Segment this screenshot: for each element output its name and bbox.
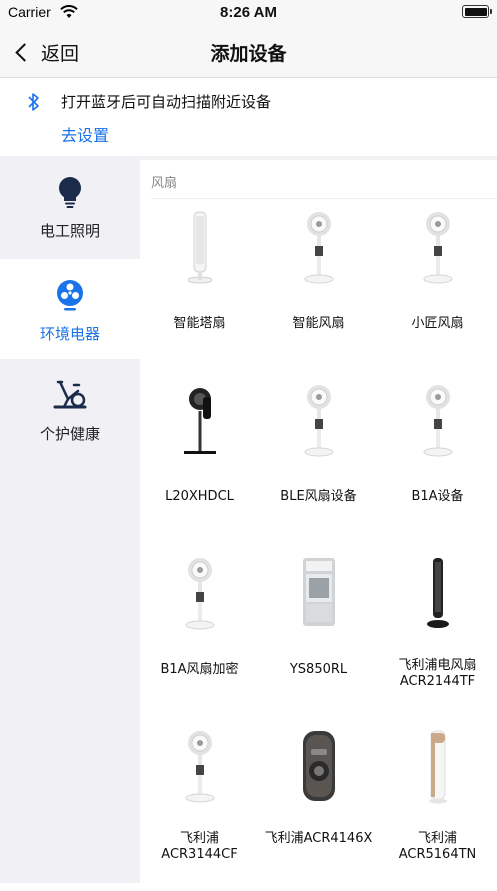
device-name: BLE风扇设备 bbox=[280, 489, 357, 504]
battery-icon bbox=[462, 5, 492, 18]
sidebar-item-lighting[interactable]: 电工照明 bbox=[0, 156, 140, 256]
device-card[interactable]: B1A设备 bbox=[378, 373, 497, 545]
bluetooth-message: 打开蓝牙后可自动扫描附近设备 bbox=[61, 93, 272, 111]
device-image bbox=[398, 383, 478, 463]
exercise-bike-icon bbox=[53, 380, 87, 409]
device-name: 飞利浦电风扇ACR2144TF bbox=[398, 658, 477, 689]
device-card[interactable]: 智能塔扇 bbox=[140, 200, 259, 372]
nav-bar: 返回 添加设备 bbox=[0, 26, 497, 78]
device-name: B1A风扇加密 bbox=[160, 662, 239, 677]
device-image bbox=[160, 729, 240, 809]
category-sidebar: 电工照明 环境电器 个护健康 bbox=[0, 156, 140, 883]
device-card[interactable]: BLE风扇设备 bbox=[259, 373, 378, 545]
sidebar-item-label: 环境电器 bbox=[39, 325, 100, 343]
device-name: B1A设备 bbox=[411, 489, 464, 504]
sidebar-item-label: 个护健康 bbox=[39, 425, 100, 443]
device-card[interactable]: B1A风扇加密 bbox=[140, 546, 259, 718]
device-name: YS850RL bbox=[289, 662, 348, 677]
device-image bbox=[160, 556, 240, 636]
device-card[interactable]: 飞利浦ACR3144CF bbox=[140, 719, 259, 891]
device-name: 飞利浦ACR4146X bbox=[264, 831, 373, 846]
bulb-icon bbox=[59, 177, 81, 208]
device-image bbox=[279, 210, 359, 290]
category-divider bbox=[151, 198, 497, 199]
device-list: 风扇 智能塔扇 智能风扇 小匠风扇 L20XHDCL BLE风扇设备 B1A设备 B1A风扇… bbox=[140, 160, 497, 883]
device-card[interactable]: 小匠风扇 bbox=[378, 200, 497, 372]
device-image bbox=[160, 383, 240, 463]
device-card[interactable]: 飞利浦ACR5164TN bbox=[378, 719, 497, 891]
back-button[interactable]: 返回 bbox=[12, 38, 79, 66]
sidebar-item-personal-care[interactable]: 个护健康 bbox=[0, 359, 140, 459]
sidebar-item-environment[interactable]: 环境电器 bbox=[0, 259, 140, 359]
device-card[interactable]: L20XHDCL bbox=[140, 373, 259, 545]
settings-link[interactable]: 去设置 bbox=[61, 122, 109, 146]
bluetooth-banner: 打开蓝牙后可自动扫描附近设备 去设置 bbox=[0, 78, 497, 156]
device-image bbox=[398, 556, 478, 636]
chevron-left-icon bbox=[15, 42, 34, 62]
device-image bbox=[279, 729, 359, 809]
device-image bbox=[398, 210, 478, 290]
device-card[interactable]: 飞利浦电风扇ACR2144TF bbox=[378, 546, 497, 718]
device-image bbox=[279, 383, 359, 463]
device-image bbox=[160, 210, 240, 290]
device-card[interactable]: 智能风扇 bbox=[259, 200, 378, 372]
bluetooth-icon bbox=[28, 93, 39, 111]
device-card[interactable]: YS850RL bbox=[259, 546, 378, 718]
device-name: 智能塔扇 bbox=[173, 316, 226, 331]
status-bar: Carrier 8:26 AM bbox=[0, 0, 497, 26]
device-name: 小匠风扇 bbox=[411, 316, 464, 331]
clock: 8:26 AM bbox=[220, 4, 277, 21]
category-header: 风扇 bbox=[151, 176, 178, 191]
device-name: 智能风扇 bbox=[292, 316, 345, 331]
device-image bbox=[279, 556, 359, 636]
fan-icon bbox=[57, 280, 83, 311]
sidebar-item-label: 电工照明 bbox=[39, 222, 100, 240]
device-card[interactable]: 飞利浦ACR4146X bbox=[259, 719, 378, 891]
device-name: L20XHDCL bbox=[165, 489, 234, 504]
device-name: 飞利浦ACR3144CF bbox=[161, 831, 238, 862]
device-image bbox=[398, 729, 478, 809]
back-label: 返回 bbox=[41, 42, 80, 65]
device-name: 飞利浦ACR5164TN bbox=[398, 831, 477, 862]
